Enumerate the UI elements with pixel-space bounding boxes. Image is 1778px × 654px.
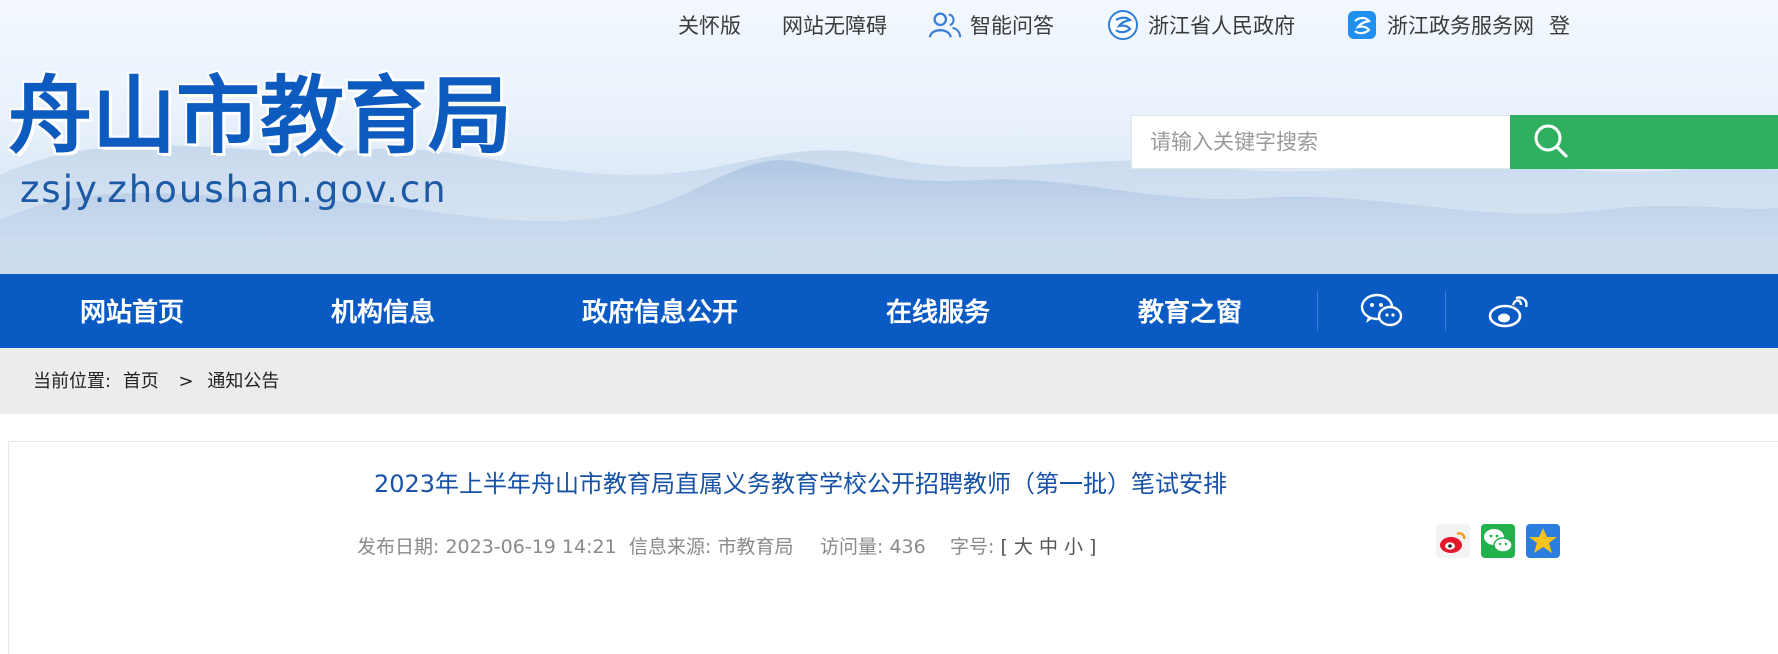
zhejiang-gov-link[interactable]: 浙江省人民政府	[1106, 10, 1295, 40]
nav-divider	[1317, 291, 1318, 331]
publish-date-value: 2023-06-19 14:21	[445, 536, 617, 558]
publish-date-label: 发布日期:	[357, 536, 440, 558]
zhejiang-gov-label: 浙江省人民政府	[1148, 14, 1295, 38]
care-mode-link[interactable]: 关怀版	[678, 10, 741, 40]
login-link[interactable]: 登	[1549, 10, 1570, 40]
main-nav: 网站首页 机构信息 政府信息公开 在线服务 教育之窗	[0, 274, 1778, 348]
people-icon	[928, 10, 962, 40]
font-size-control: 字号: [ 大 中 小 ]	[950, 533, 1096, 561]
search-button[interactable]	[1510, 115, 1778, 169]
info-source-value: 市教育局	[717, 536, 794, 558]
share-weibo-icon[interactable]	[1436, 524, 1470, 558]
care-mode-label: 关怀版	[678, 14, 741, 38]
breadcrumb-prefix: 当前位置:	[33, 371, 112, 392]
wechat-icon[interactable]	[1360, 291, 1403, 331]
search-icon	[1530, 120, 1570, 164]
nav-item-education-window[interactable]: 教育之窗	[1138, 274, 1242, 348]
nav-item-home[interactable]: 网站首页	[80, 274, 184, 348]
zhejiang-service-icon	[1345, 10, 1379, 40]
share-qzone-icon[interactable]	[1526, 524, 1560, 558]
nav-item-organization[interactable]: 机构信息	[331, 274, 435, 348]
nav-item-online-service[interactable]: 在线服务	[886, 274, 990, 348]
font-size-options[interactable]: [ 大 中 小 ]	[1000, 536, 1096, 558]
smart-qa-link[interactable]: 智能问答	[928, 10, 1054, 40]
weibo-icon[interactable]	[1487, 291, 1529, 331]
top-utility-bar: 关怀版 网站无障碍 智能问答 浙江省人民政府 浙江政务服务网 登	[0, 0, 1778, 50]
accessibility-link[interactable]: 网站无障碍	[782, 10, 887, 40]
info-source: 信息来源: 市教育局	[629, 533, 793, 561]
accessibility-label: 网站无障碍	[782, 14, 887, 38]
info-source-label: 信息来源:	[629, 536, 712, 558]
breadcrumb: 当前位置: 首页 > 通知公告	[0, 348, 1778, 414]
login-label: 登	[1549, 14, 1570, 38]
zhejiang-service-label: 浙江政务服务网	[1387, 14, 1534, 38]
zhejiang-gov-emblem-icon	[1106, 10, 1140, 40]
nav-item-gov-info[interactable]: 政府信息公开	[582, 274, 738, 348]
header-banner: 关怀版 网站无障碍 智能问答 浙江省人民政府 浙江政务服务网 登 舟山市教育局 …	[0, 0, 1778, 274]
site-domain: zsjy.zhoushan.gov.cn	[20, 168, 448, 211]
site-logo-title[interactable]: 舟山市教育局	[8, 66, 512, 166]
breadcrumb-separator: >	[178, 371, 194, 392]
font-size-label: 字号:	[950, 536, 995, 558]
zhejiang-service-link[interactable]: 浙江政务服务网	[1345, 10, 1534, 40]
breadcrumb-home-link[interactable]: 首页	[123, 348, 159, 416]
view-count-label: 访问量:	[820, 536, 884, 558]
view-count-value: 436	[889, 536, 926, 558]
publish-date: 发布日期: 2023-06-19 14:21	[357, 533, 617, 561]
search-input[interactable]: 请输入关键字搜索	[1131, 115, 1511, 169]
smart-qa-label: 智能问答	[970, 14, 1054, 38]
view-count: 访问量: 436	[820, 533, 926, 561]
article-title: 2023年上半年舟山市教育局直属义务教育学校公开招聘教师（第一批）笔试安排	[373, 470, 1228, 498]
nav-divider	[1445, 291, 1446, 331]
share-wechat-icon[interactable]	[1481, 524, 1515, 558]
breadcrumb-current-link[interactable]: 通知公告	[207, 348, 279, 416]
